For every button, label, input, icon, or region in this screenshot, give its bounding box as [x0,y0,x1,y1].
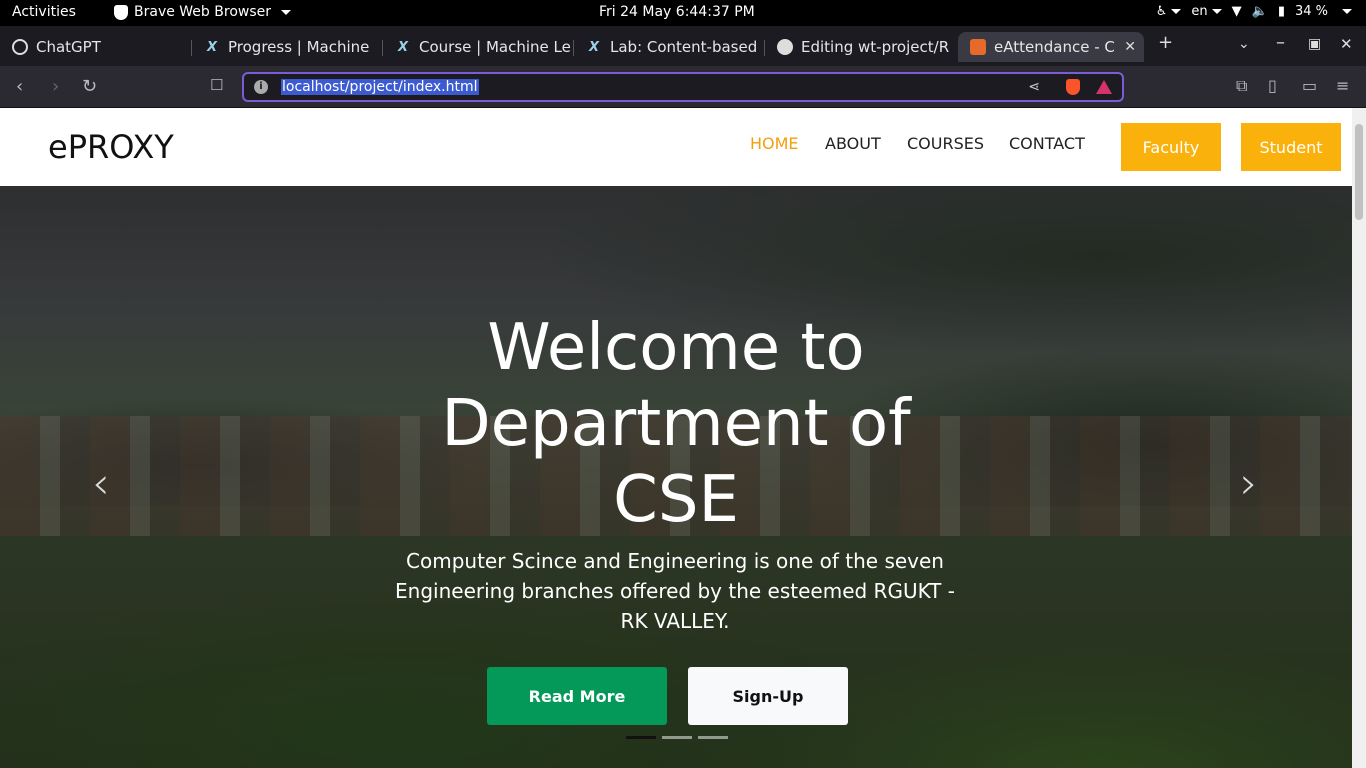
hero-carousel: Welcome to Department of CSE Computer Sc… [0,186,1352,768]
tab-chatgpt[interactable]: ChatGPT [0,32,192,62]
wallet-icon[interactable]: ▭ [1302,76,1317,95]
sign-up-button[interactable]: Sign-Up [688,667,848,725]
tab-label: Lab: Content-based [610,38,758,56]
nav-home[interactable]: HOME [750,134,799,153]
faculty-button[interactable]: Faculty [1121,123,1221,171]
student-button[interactable]: Student [1241,123,1341,171]
site-info-icon[interactable]: i [254,80,268,94]
carousel-indicator[interactable] [698,736,728,739]
carousel-prev-icon[interactable]: ‹ [92,458,110,509]
tab-progress[interactable]: X Progress | Machine [192,32,383,62]
nav-courses[interactable]: COURSES [907,134,984,153]
tab-course[interactable]: X Course | Machine Le [383,32,574,62]
chevron-down-icon [1342,9,1352,14]
tab-eattendance[interactable]: eAttendance - C ✕ [958,32,1144,62]
language-indicator[interactable]: en [1191,4,1222,19]
toolbar: ‹ › ↻ ☐ i localhost/project/index.html ⋖… [0,66,1366,108]
sidebar-icon[interactable]: ▯ [1268,76,1277,95]
accessibility-icon[interactable]: ♿ [1156,4,1182,19]
edx-icon: X [397,39,409,55]
address-bar[interactable]: i localhost/project/index.html ⋖ [242,72,1124,102]
hero-subtitle: Computer Scince and Engineering is one o… [395,549,955,633]
chevron-down-icon [281,9,291,15]
web-page: ePROXY HOME ABOUT COURSES CONTACT Facult… [0,108,1352,768]
carousel-next-icon[interactable]: › [1240,458,1258,509]
maximize-button[interactable]: ▣ [1308,36,1321,52]
forward-button[interactable]: › [52,76,59,97]
eattendance-icon [970,39,986,55]
close-icon[interactable]: ✕ [1124,39,1136,55]
system-top-bar: Activities Brave Web Browser Fri 24 May … [0,0,1366,26]
brave-rewards-icon[interactable] [1096,80,1112,94]
system-tray[interactable]: ♿ en ▼ 🔈 ▮ 34 % [1156,4,1352,19]
minimize-button[interactable]: – [1276,32,1285,53]
carousel-indicator[interactable] [626,736,656,739]
tab-label: eAttendance - C [994,38,1114,56]
wifi-icon: ▼ [1231,4,1242,19]
scrollbar-thumb[interactable] [1355,124,1363,220]
github-icon [777,39,793,55]
clock[interactable]: Fri 24 May 6:44:37 PM [599,4,755,20]
carousel-indicator[interactable] [662,736,692,739]
edx-icon: X [206,39,218,55]
close-window-button[interactable]: ✕ [1340,35,1353,53]
tab-label: Course | Machine Le [419,38,571,56]
activities-button[interactable]: Activities [12,4,76,20]
tab-label: Progress | Machine [228,38,370,56]
bookmark-icon[interactable]: ☐ [210,76,223,94]
nav-contact[interactable]: CONTACT [1009,134,1085,153]
volume-icon: 🔈 [1251,4,1268,19]
edx-icon: X [588,39,600,55]
nav-about[interactable]: ABOUT [825,134,881,153]
url-text[interactable]: localhost/project/index.html [281,79,479,95]
tab-label: ChatGPT [36,38,101,56]
app-menu[interactable]: Brave Web Browser [114,4,291,20]
app-name: Brave Web Browser [134,4,271,20]
read-more-button[interactable]: Read More [487,667,667,725]
site-navbar: ePROXY HOME ABOUT COURSES CONTACT Facult… [0,108,1352,186]
reload-button[interactable]: ↻ [82,76,97,97]
back-button[interactable]: ‹ [16,76,23,97]
menu-icon[interactable]: ≡ [1336,76,1349,95]
share-icon[interactable]: ⋖ [1028,79,1040,95]
brave-shields-icon[interactable] [1066,79,1080,95]
tab-search-button[interactable]: ⌄ [1238,36,1250,52]
tab-label: Editing wt-project/R [801,38,950,56]
brave-icon [114,4,128,20]
site-logo[interactable]: ePROXY [48,128,174,166]
tab-lab[interactable]: X Lab: Content-based [574,32,765,62]
tab-github[interactable]: Editing wt-project/R [765,32,955,62]
battery-icon: ▮ [1277,4,1285,19]
hero-title: Welcome to Department of CSE [441,311,911,537]
extensions-icon[interactable]: ⧉ [1236,76,1247,96]
page-scrollbar[interactable] [1352,108,1366,768]
battery-percent: 34 % [1294,4,1328,19]
chatgpt-icon [12,39,28,55]
new-tab-button[interactable]: + [1158,32,1173,53]
